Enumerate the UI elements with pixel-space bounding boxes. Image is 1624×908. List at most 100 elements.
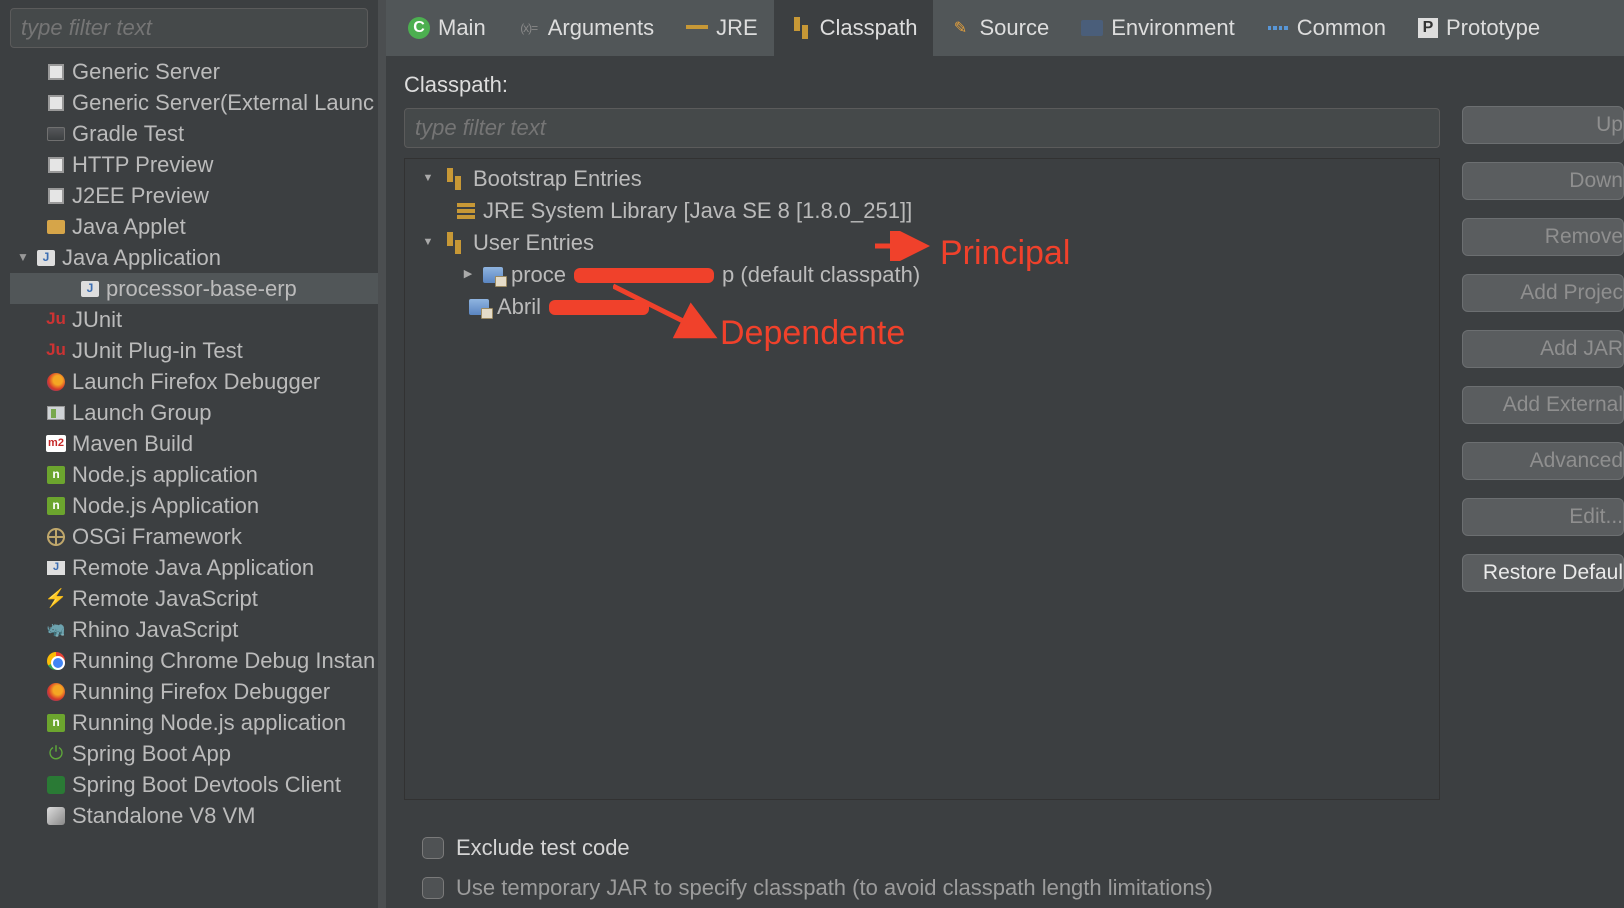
user-entry-principal[interactable]: ▶ proce p (default classpath) — [405, 259, 1439, 291]
sidebar-item-label: Maven Build — [72, 428, 193, 460]
button-label: Add JAR — [1540, 337, 1623, 361]
remove-button[interactable]: Remove — [1462, 218, 1624, 256]
ff-icon — [46, 372, 66, 392]
sidebar-item[interactable]: Running Firefox Debugger — [10, 676, 378, 707]
button-label: Advanced — [1530, 449, 1623, 473]
sidebar-item[interactable]: Standalone V8 VM — [10, 800, 378, 831]
j-icon: J — [36, 248, 56, 268]
tree-node-label: p (default classpath) — [722, 259, 920, 291]
config-type-tree[interactable]: Generic ServerGeneric Server(External La… — [0, 56, 378, 908]
button-label: Add External — [1503, 393, 1623, 417]
sidebar-item-label: Standalone V8 VM — [72, 800, 255, 832]
panel-divider[interactable] — [378, 0, 386, 908]
sidebar-item-label: processor-base-erp — [106, 273, 297, 305]
temp-jar-row[interactable]: Use temporary JAR to specify classpath (… — [422, 868, 1440, 908]
button-label: Up — [1596, 113, 1623, 137]
sidebar-item[interactable]: Launch Group — [10, 397, 378, 428]
sidebar-item[interactable]: JuJUnit — [10, 304, 378, 335]
sidebar-item-label: Node.js Application — [72, 490, 259, 522]
sidebar-item-label: Remote JavaScript — [72, 583, 258, 615]
collapse-icon: ▶ — [461, 267, 475, 283]
sidebar-item[interactable]: 🦏 Rhino JavaScript — [10, 614, 378, 645]
j-icon: J — [80, 279, 100, 299]
button-label: Add Projec — [1520, 281, 1623, 305]
up-button[interactable]: Up — [1462, 106, 1624, 144]
jre-library-node[interactable]: JRE System Library [Java SE 8 [1.8.0_251… — [405, 195, 1439, 227]
tree-node-label: proce — [511, 259, 566, 291]
sidebar-item[interactable]: ▼JJava Application — [10, 242, 378, 273]
sidebar-item[interactable]: OSGi Framework — [10, 521, 378, 552]
checkbox-label: Exclude test code — [456, 835, 630, 861]
sidebar-item-label: JUnit — [72, 304, 122, 336]
sidebar-filter-input[interactable] — [10, 8, 368, 48]
tab-label: JRE — [716, 15, 758, 41]
sidebar-item[interactable]: Generic Server — [10, 56, 378, 87]
tab-common[interactable]: Common — [1251, 0, 1402, 56]
sidebar-item[interactable]: Generic Server(External Launc — [10, 87, 378, 118]
sidebar-item-label: Rhino JavaScript — [72, 614, 238, 646]
add-projec-button[interactable]: Add Projec — [1462, 274, 1624, 312]
sidebar-item-label: Node.js application — [72, 459, 258, 491]
sidebar-item[interactable]: Running Chrome Debug Instan — [10, 645, 378, 676]
tab-bar: CMain(x)=Arguments JRE Classpath ✎SourceEnv… — [386, 0, 1624, 56]
sidebar-item[interactable]: n Node.js Application — [10, 490, 378, 521]
dev-icon — [46, 775, 66, 795]
classpath-filter-input[interactable] — [404, 108, 1440, 148]
restore-defaul-button[interactable]: Restore Defaul — [1462, 554, 1624, 592]
v8-icon — [46, 806, 66, 826]
edit--button[interactable]: Edit... — [1462, 498, 1624, 536]
classpath-label: Classpath: — [404, 72, 1440, 98]
m2-icon: m2 — [46, 434, 66, 454]
add-external-button[interactable]: Add External — [1462, 386, 1624, 424]
tab-prototype[interactable]: PPrototype — [1402, 0, 1556, 56]
sidebar-item[interactable]: J2EE Preview — [10, 180, 378, 211]
sidebar-item[interactable]: nRunning Node.js application — [10, 707, 378, 738]
tab-source[interactable]: ✎Source — [933, 0, 1065, 56]
sidebar-item[interactable]: JuJUnit Plug-in Test — [10, 335, 378, 366]
tab-classpath[interactable]: Classpath — [774, 0, 934, 56]
add-jar-button[interactable]: Add JAR — [1462, 330, 1624, 368]
sidebar-item[interactable]: ⚡Remote JavaScript — [10, 583, 378, 614]
sidebar-item[interactable]: Spring Boot Devtools Client — [10, 769, 378, 800]
sidebar-item[interactable]: ⏻Spring Boot App — [10, 738, 378, 769]
tab-jre[interactable]: JRE — [670, 0, 774, 56]
expand-icon: ▼ — [16, 249, 30, 266]
sidebar-item[interactable]: JRemote Java Application — [10, 552, 378, 583]
node-icon: n — [46, 496, 66, 516]
sidebar-item[interactable]: Jprocessor-base-erp — [10, 273, 378, 304]
applet-icon — [46, 217, 66, 237]
rhino-icon: 🦏 — [46, 620, 66, 640]
advanced-button[interactable]: Advanced — [1462, 442, 1624, 480]
user-entries-node[interactable]: ▼ User Entries — [405, 227, 1439, 259]
sidebar-item[interactable]: Java Applet — [10, 211, 378, 242]
sidebar-item-label: Remote Java Application — [72, 552, 314, 584]
tab-label: Source — [979, 15, 1049, 41]
tab-arguments[interactable]: (x)=Arguments — [502, 0, 670, 56]
bootstrap-entries-node[interactable]: ▼ Bootstrap Entries — [405, 163, 1439, 195]
sidebar-item[interactable]: m2 Maven Build — [10, 428, 378, 459]
sidebar-item-label: Launch Group — [72, 397, 211, 429]
ff-icon — [46, 682, 66, 702]
sidebar-item[interactable]: HTTP Preview — [10, 149, 378, 180]
power-icon: ⏻ — [46, 744, 66, 764]
exclude-testcode-row[interactable]: Exclude test code — [422, 828, 1440, 868]
node-icon: n — [46, 465, 66, 485]
user-entry-dependente[interactable]: Abril — [405, 291, 1439, 323]
sidebar-item[interactable]: Launch Firefox Debugger — [10, 366, 378, 397]
expand-icon: ▼ — [421, 171, 435, 187]
button-label: Edit... — [1569, 505, 1623, 529]
sidebar-item[interactable]: n Node.js application — [10, 459, 378, 490]
tab-label: Classpath — [820, 15, 918, 41]
sidebar-item[interactable]: Gradle Test — [10, 118, 378, 149]
tab-environment[interactable]: Environment — [1065, 0, 1251, 56]
classpath-tree[interactable]: ▼ Bootstrap Entries JRE System Library [… — [404, 158, 1440, 800]
checkbox-icon[interactable] — [422, 877, 444, 899]
down-button[interactable]: Down — [1462, 162, 1624, 200]
checkbox-icon[interactable] — [422, 837, 444, 859]
box-icon — [46, 62, 66, 82]
osgi-icon — [46, 527, 66, 547]
sidebar-item-label: Launch Firefox Debugger — [72, 366, 320, 398]
tab-main[interactable]: CMain — [392, 0, 502, 56]
button-label: Remove — [1545, 225, 1623, 249]
expand-icon: ▼ — [421, 235, 435, 251]
